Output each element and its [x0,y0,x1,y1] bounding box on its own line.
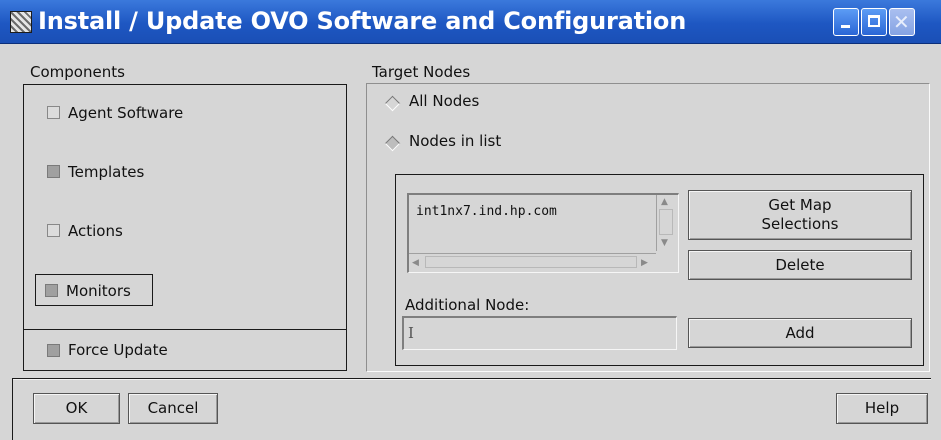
agent-software-label: Agent Software [68,104,184,122]
minimize-icon [841,25,850,28]
add-button[interactable]: Add [688,318,912,348]
target-nodes-label: Target Nodes [372,63,471,81]
node-list-horizontal-scrollbar[interactable]: ◀ ▶ [409,253,656,271]
maximize-icon [868,15,880,27]
node-list-vertical-scrollbar[interactable]: ▲ ▼ [656,195,676,251]
additional-node-input[interactable] [402,316,677,350]
close-icon: ✕ [893,10,910,34]
additional-node-label: Additional Node: [405,296,530,314]
scroll-down-icon[interactable]: ▼ [661,238,668,248]
all-nodes-label: All Nodes [409,92,480,110]
get-map-selections-button[interactable]: Get Map Selections [688,190,912,240]
monitors-checkbox-row[interactable]: Monitors [35,274,153,306]
help-button[interactable]: Help [836,393,928,424]
minimize-button[interactable] [833,8,859,36]
ok-button[interactable]: OK [33,393,120,424]
force-update-checkbox[interactable] [47,344,60,357]
agent-software-checkbox[interactable] [47,106,60,119]
templates-label: Templates [68,163,145,181]
cancel-button[interactable]: Cancel [128,393,218,424]
actions-checkbox[interactable] [47,224,60,237]
divider [12,378,13,440]
vertical-scroll-thumb[interactable] [659,209,673,235]
text-cursor-icon: I [408,324,414,342]
close-button[interactable]: ✕ [889,8,915,36]
title-bar: Install / Update OVO Software and Config… [0,0,941,44]
divider [12,378,931,380]
scroll-up-icon[interactable]: ▲ [661,197,668,207]
scroll-right-icon[interactable]: ▶ [641,258,648,268]
horizontal-scroll-thumb[interactable] [425,256,637,268]
maximize-button[interactable] [861,8,887,36]
window-title: Install / Update OVO Software and Config… [38,7,687,35]
app-icon[interactable] [10,11,32,33]
nodes-in-list-label: Nodes in list [409,132,502,150]
force-update-label: Force Update [68,341,168,359]
actions-label: Actions [68,222,123,240]
monitors-checkbox[interactable] [45,284,58,297]
monitors-label: Monitors [66,282,131,300]
scroll-left-icon[interactable]: ◀ [412,258,419,268]
node-list-item[interactable]: int1nx7.ind.hp.com [416,204,557,219]
components-label: Components [30,63,125,81]
templates-checkbox[interactable] [47,165,60,178]
delete-button[interactable]: Delete [688,250,912,280]
